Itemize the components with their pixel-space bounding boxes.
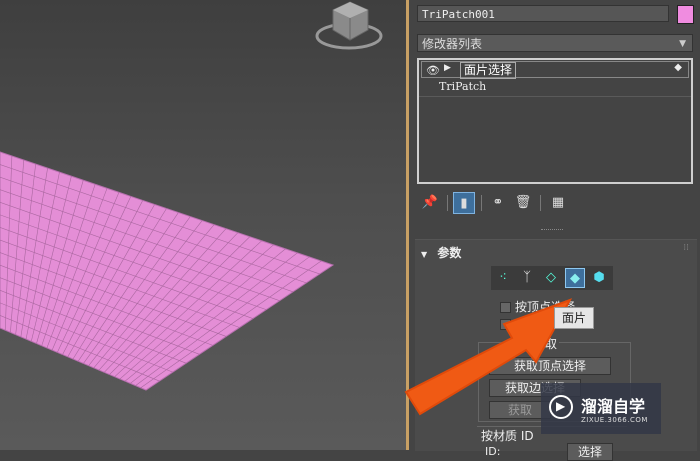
collapse-triangle-icon: ▼ bbox=[421, 250, 428, 259]
pin-icon[interactable]: 📌 bbox=[419, 192, 441, 214]
expand-triangle-icon[interactable]: ▶ bbox=[444, 63, 451, 73]
patch-icon[interactable]: ◆ bbox=[565, 268, 585, 288]
viewcube-icon bbox=[315, 1, 383, 50]
stack-item-patch-select[interactable]: 👁 ▶ 面片选择 ◆ bbox=[421, 61, 689, 79]
toolbar-separator bbox=[540, 195, 541, 211]
watermark-subtitle: ZIXUE.3066.COM bbox=[581, 416, 648, 424]
viewport-scene bbox=[0, 1, 383, 391]
rollout-title: 参数 bbox=[437, 246, 462, 260]
object-color-swatch[interactable] bbox=[677, 5, 694, 24]
remove-modifier-icon[interactable]: 🗑 bbox=[512, 192, 534, 214]
watermark-logo-icon: ▶ bbox=[549, 395, 573, 419]
diamond-icon: ◆ bbox=[674, 62, 682, 73]
object-name-field[interactable]: TriPatch001 bbox=[417, 5, 669, 22]
chevron-down-icon: ▼ bbox=[679, 39, 686, 49]
tooltip: 面片 bbox=[554, 307, 595, 329]
play-icon: ▶ bbox=[556, 399, 566, 413]
stack-item-tripatch[interactable]: TriPatch bbox=[439, 80, 486, 93]
by-material-id-label: 按材质 ID bbox=[481, 429, 534, 443]
vertex-icon[interactable]: ⁖ bbox=[493, 268, 513, 288]
handle-icon[interactable]: ᛉ bbox=[517, 268, 537, 288]
toolbar-separator bbox=[481, 195, 482, 211]
configure-modifier-sets-icon[interactable]: ▦ bbox=[547, 192, 569, 214]
select-by-id-button[interactable]: 选择 bbox=[567, 443, 613, 461]
make-unique-icon[interactable]: ⚭ bbox=[487, 192, 509, 214]
stack-divider bbox=[419, 96, 691, 97]
show-end-result-icon[interactable]: ▮ bbox=[453, 192, 475, 214]
toolbar-separator bbox=[447, 195, 448, 211]
panel-grip[interactable] bbox=[541, 229, 563, 232]
rollout-header[interactable]: ▼ 参数 bbox=[421, 244, 461, 261]
eye-icon[interactable]: 👁 bbox=[426, 64, 440, 77]
watermark: ▶ 溜溜自学 ZIXUE.3066.COM bbox=[541, 383, 661, 434]
stack-item-label: 面片选择 bbox=[460, 62, 517, 79]
subobject-toolbar: ⁖ ᛉ ◇ ◆ ⬢ bbox=[491, 266, 613, 290]
drag-handle-icon[interactable]: ⁞⁞ bbox=[683, 243, 689, 253]
watermark-title: 溜溜自学 bbox=[581, 397, 646, 416]
stack-toolbar: 📌 ▮ ⚭ 🗑 ▦ bbox=[419, 192, 689, 216]
modifier-list-dropdown[interactable]: 修改器列表 ▼ bbox=[417, 34, 693, 52]
element-icon[interactable]: ⬢ bbox=[589, 268, 609, 288]
perspective-viewport[interactable] bbox=[0, 0, 406, 450]
modifier-stack[interactable]: 👁 ▶ 面片选择 ◆ TriPatch bbox=[417, 58, 693, 184]
id-label: ID: bbox=[485, 445, 501, 458]
modifier-list-label: 修改器列表 bbox=[422, 37, 483, 51]
edge-icon[interactable]: ◇ bbox=[541, 268, 561, 288]
